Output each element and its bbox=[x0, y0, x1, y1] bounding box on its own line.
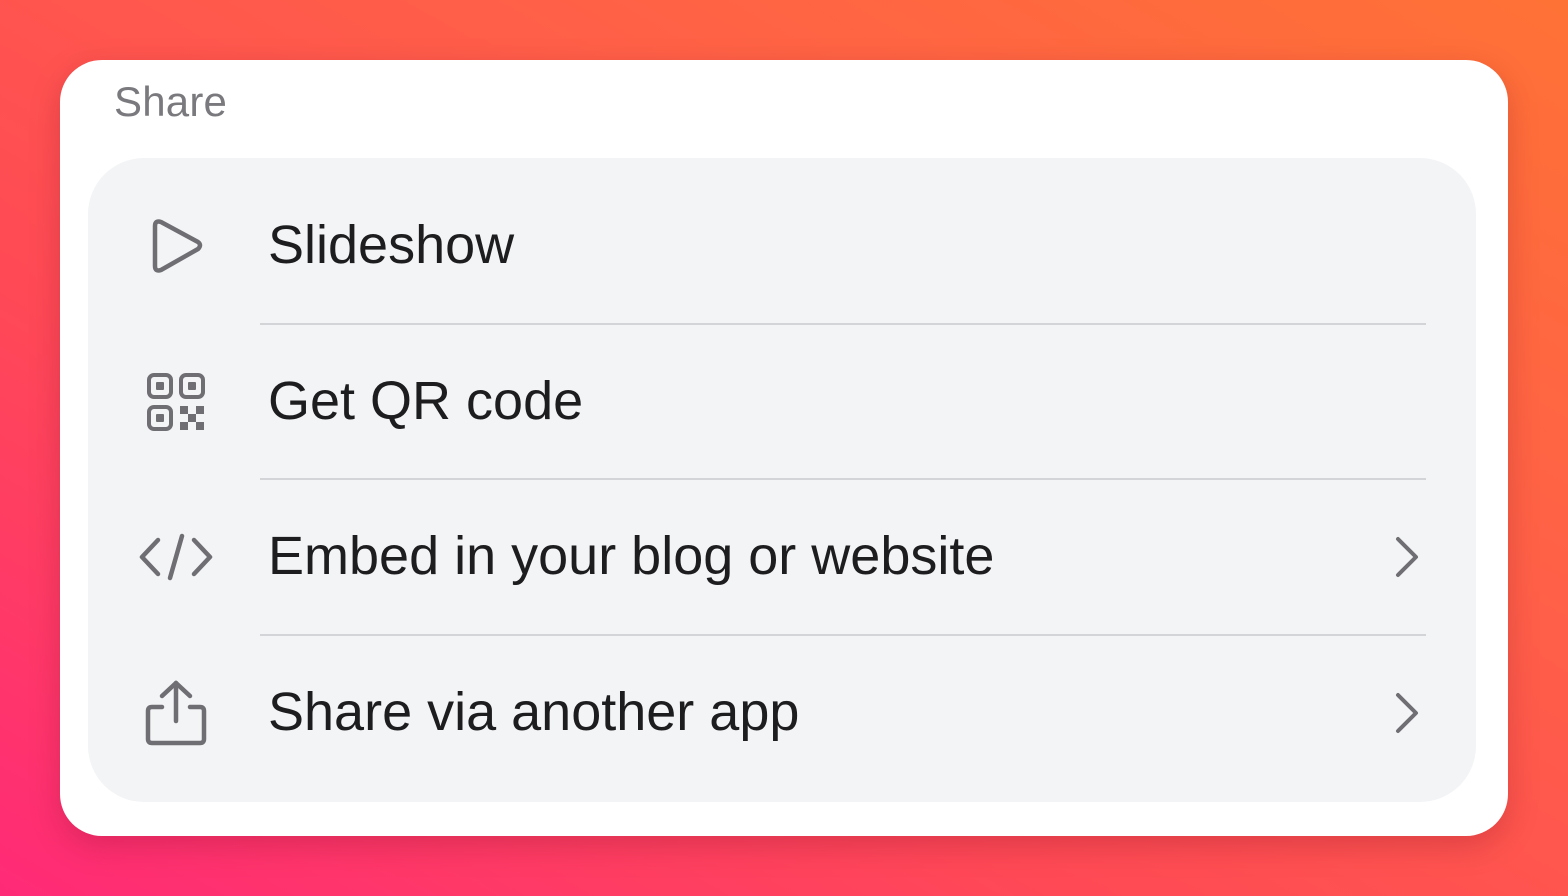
sheet-title: Share bbox=[114, 78, 228, 125]
chevron-right-icon bbox=[1386, 689, 1426, 737]
slideshow-option[interactable]: Slideshow bbox=[88, 168, 1476, 324]
share-via-app-label: Share via another app bbox=[268, 681, 800, 742]
slideshow-label: Slideshow bbox=[268, 214, 515, 275]
code-icon bbox=[134, 515, 218, 599]
share-icon bbox=[134, 671, 218, 755]
share-sheet: Share Slideshow Get QR code Embed in you… bbox=[60, 60, 1508, 836]
qr-code-icon bbox=[134, 360, 218, 444]
share-options-list: Slideshow Get QR code Embed in your blog… bbox=[88, 158, 1476, 802]
embed-label: Embed in your blog or website bbox=[268, 525, 995, 586]
qr-code-option[interactable]: Get QR code bbox=[88, 324, 1476, 480]
share-via-app-option[interactable]: Share via another app bbox=[88, 635, 1476, 791]
qr-code-label: Get QR code bbox=[268, 370, 584, 431]
chevron-right-icon bbox=[1386, 533, 1426, 581]
embed-option[interactable]: Embed in your blog or website bbox=[88, 479, 1476, 635]
play-icon bbox=[134, 204, 218, 288]
